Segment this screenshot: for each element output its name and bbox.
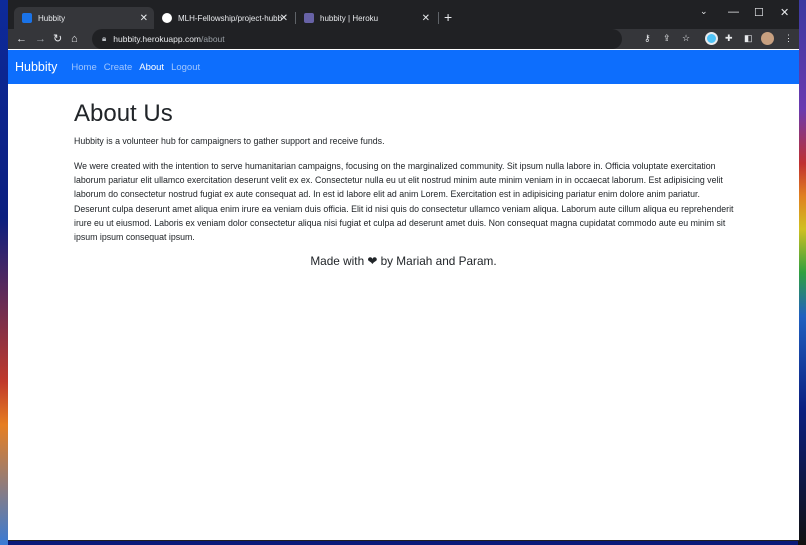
tab-strip: Hubbity ✕ MLH-Fellowship/project-hubbity… [8, 0, 799, 29]
forward-arrow-icon[interactable]: → [35, 32, 46, 46]
share-icon[interactable]: ⇪ [663, 33, 671, 44]
tab-search-icon[interactable]: ⌄ [700, 6, 708, 17]
nav-about[interactable]: About [139, 62, 164, 73]
home-icon[interactable]: ⌂ [71, 32, 78, 46]
hubbity-favicon-icon [22, 13, 32, 23]
tab-github[interactable]: MLH-Fellowship/project-hubbity ✕ [154, 7, 294, 29]
window-close-icon[interactable]: ✕ [780, 6, 789, 19]
nav-home[interactable]: Home [71, 62, 96, 73]
new-tab-button[interactable]: + [444, 9, 452, 25]
tab-title: Hubbity [38, 13, 66, 23]
side-panel-icon[interactable]: ◧ [744, 33, 753, 44]
tab-heroku[interactable]: hubbity | Heroku ✕ [296, 7, 436, 29]
url-path: /about [201, 34, 225, 44]
brand-link[interactable]: Hubbity [15, 60, 57, 74]
close-icon[interactable]: ✕ [422, 13, 430, 24]
desktop-wallpaper-right [798, 0, 806, 545]
reload-icon[interactable]: ↻ [53, 32, 62, 46]
url-host: hubbity.herokuapp.com [113, 34, 201, 44]
tab-separator [438, 12, 439, 24]
menu-kebab-icon[interactable]: ⋮ [784, 33, 793, 44]
address-bar[interactable]: 🔒︎ hubbity.herokuapp.com/about [92, 29, 622, 49]
minimize-icon[interactable]: — [728, 6, 739, 18]
profile-avatar[interactable] [761, 32, 774, 45]
browser-window: Hubbity ✕ MLH-Fellowship/project-hubbity… [8, 0, 799, 541]
github-icon [162, 13, 172, 23]
close-icon[interactable]: ✕ [280, 13, 288, 24]
intro-text: Hubbity is a volunteer hub for campaigne… [74, 136, 385, 146]
back-arrow-icon[interactable]: ← [16, 32, 27, 46]
site-navbar: Hubbity Home Create About Logout [8, 50, 799, 84]
tab-hubbity[interactable]: Hubbity ✕ [14, 7, 154, 29]
key-icon[interactable]: ⚷ [644, 33, 651, 44]
about-paragraph: We were created with the intention to se… [74, 161, 734, 243]
desktop-wallpaper-left [0, 0, 8, 545]
browser-toolbar: ← → ↻ ⌂ 🔒︎ hubbity.herokuapp.com/about ⚷… [8, 29, 799, 49]
nav-create[interactable]: Create [104, 62, 133, 73]
maximize-icon[interactable]: ☐ [754, 6, 764, 19]
extension-circle-icon[interactable] [705, 32, 718, 45]
lock-icon: 🔒︎ [102, 34, 107, 43]
tab-title: hubbity | Heroku [320, 13, 379, 23]
heroku-icon [304, 13, 314, 23]
footer-credit: Made with ❤ by Mariah and Param. [310, 254, 497, 268]
extensions-puzzle-icon[interactable]: ✚ [725, 33, 733, 44]
close-icon[interactable]: ✕ [140, 13, 148, 24]
nav-logout[interactable]: Logout [171, 62, 200, 73]
bookmark-star-icon[interactable]: ☆ [682, 33, 690, 44]
tab-title: MLH-Fellowship/project-hubbity [178, 13, 282, 23]
main-content: About Us Hubbity is a volunteer hub for … [74, 84, 734, 244]
page-title: About Us [74, 100, 173, 127]
